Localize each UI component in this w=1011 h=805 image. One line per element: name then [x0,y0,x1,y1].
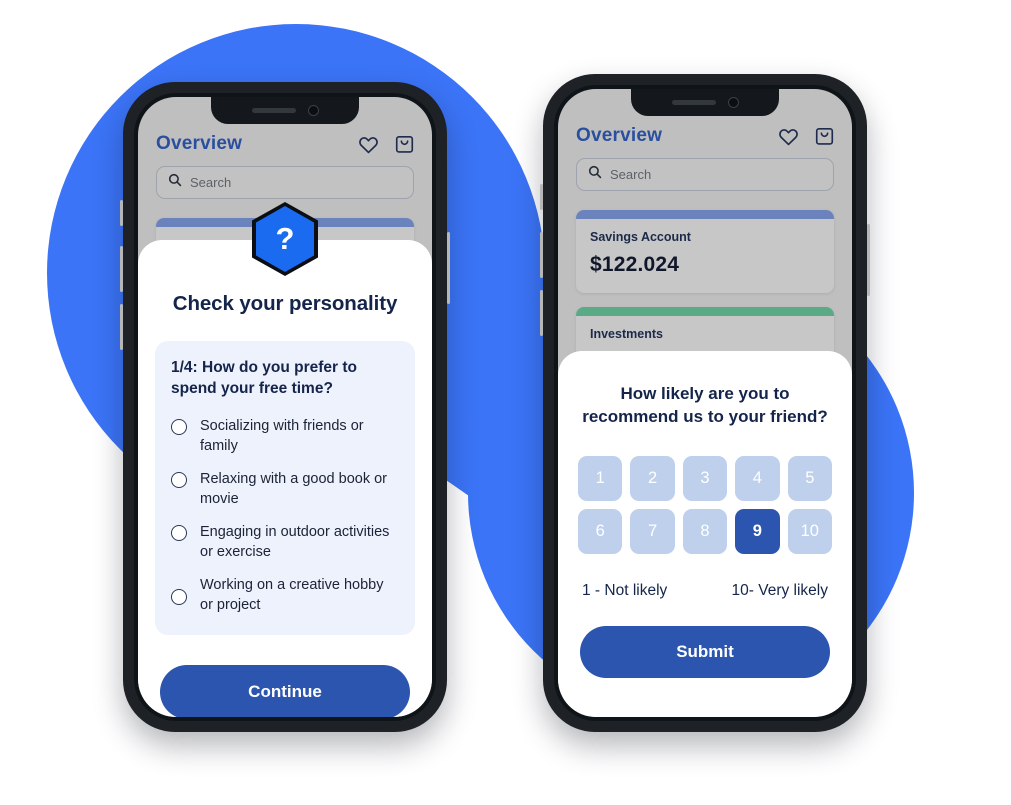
nps-legend-low: 1 - Not likely [582,582,668,600]
continue-button[interactable]: Continue [160,665,410,717]
quiz-question-text: 1/4: How do you prefer to spend your fre… [171,359,358,397]
search-placeholder: Search [610,167,652,182]
nps-option-7[interactable]: 7 [630,509,675,555]
quiz-option-label: Engaging in outdoor activities or exerci… [200,524,390,561]
nps-option-2[interactable]: 2 [630,456,675,502]
app-header-right: Overview [558,125,852,147]
quiz-option[interactable]: Engaging in outdoor activities or exerci… [171,522,399,562]
modal-title: Check your personality [172,292,398,315]
canvas: Overview Search ? Check your personality… [0,0,1011,805]
account-card-strip [576,210,834,219]
quiz-option-label: Socializing with friends or family [200,418,364,455]
account-card-amount: $122.024 [590,253,680,276]
phone-left-screen: Overview Search ? Check your personality… [138,97,432,717]
heart-icon[interactable] [358,135,379,154]
power-button-left[interactable] [447,232,450,304]
nps-option-9[interactable]: 9 [735,509,780,555]
radio-button-icon[interactable] [171,525,187,542]
quiz-option-label: Working on a creative hobby or project [200,577,384,614]
app-header-left: Overview [138,133,432,155]
account-card-strip [576,307,834,316]
nps-option-8[interactable]: 8 [682,509,728,555]
front-camera-icon [727,97,739,108]
earpiece-speaker-icon [251,108,296,113]
volume-down-right[interactable] [540,290,543,336]
nps-legend-high: 10- Very likely [731,582,828,600]
search-input[interactable]: Search [576,158,834,191]
quiz-option[interactable]: Socializing with friends or family [171,416,399,456]
nps-option-5[interactable]: 5 [787,456,832,502]
nps-option-6[interactable]: 6 [578,509,623,555]
question-mark-glyph: ? [275,221,295,256]
quiz-option[interactable]: Relaxing with a good book or movie [171,469,399,509]
radio-button-icon[interactable] [171,589,187,606]
quiz-question-card: 1/4: How do you prefer to spend your fre… [155,341,415,636]
mute-switch-left[interactable] [120,200,123,226]
phone-right-screen: Overview Search Savings Account $122.024… [558,89,852,717]
account-card-name: Savings Account [590,230,691,244]
phone-right-bezel: Overview Search Savings Account $122.024… [554,85,856,721]
account-card-savings[interactable]: Savings Account $122.024 [576,210,834,293]
nps-option-3[interactable]: 3 [682,456,728,502]
shopping-bag-icon[interactable] [395,134,414,154]
search-icon [588,165,602,184]
front-camera-icon [307,105,319,116]
search-placeholder: Search [190,175,232,190]
quiz-option-label: Relaxing with a good book or movie [200,471,388,508]
submit-button[interactable]: Submit [580,626,830,679]
earpiece-speaker-icon [671,100,716,105]
quiz-options-list: Socializing with friends or family Relax… [171,416,399,615]
search-icon [168,173,182,192]
nps-legend: 1 - Not likely 10- Very likely [558,582,852,600]
shopping-bag-icon[interactable] [815,126,834,146]
personality-quiz-modal: ? Check your personality 1/4: How do you… [138,202,432,717]
volume-up-right[interactable] [540,232,543,278]
search-input[interactable]: Search [156,166,414,199]
header-actions-left [358,134,414,154]
power-button-right[interactable] [867,224,870,296]
notch-left [211,97,359,124]
header-actions-right [778,126,834,146]
question-mark-icon: ? [252,202,318,276]
nps-scale-grid: 1 2 3 4 5 6 7 8 9 10 [558,456,852,555]
nps-question: How likely are you to recommend us to yo… [582,384,828,426]
nps-option-1[interactable]: 1 [578,456,623,502]
phone-left-bezel: Overview Search ? Check your personality… [134,93,436,721]
phone-right: Overview Search Savings Account $122.024… [540,74,870,732]
account-card-name: Investments [590,327,663,341]
radio-button-icon[interactable] [171,472,187,489]
mute-switch-right[interactable] [540,184,543,210]
volume-up-left[interactable] [120,246,123,292]
radio-button-icon[interactable] [171,419,187,436]
volume-down-left[interactable] [120,304,123,350]
nps-option-4[interactable]: 4 [735,456,780,502]
phone-left: Overview Search ? Check your personality… [120,82,450,732]
page-title: Overview [156,133,243,154]
heart-icon[interactable] [778,127,799,146]
quiz-option[interactable]: Working on a creative hobby or project [171,575,399,615]
nps-option-10[interactable]: 10 [787,509,832,555]
page-title: Overview [576,125,663,146]
nps-survey-modal: How likely are you to recommend us to yo… [558,351,852,717]
notch-right [631,89,779,116]
